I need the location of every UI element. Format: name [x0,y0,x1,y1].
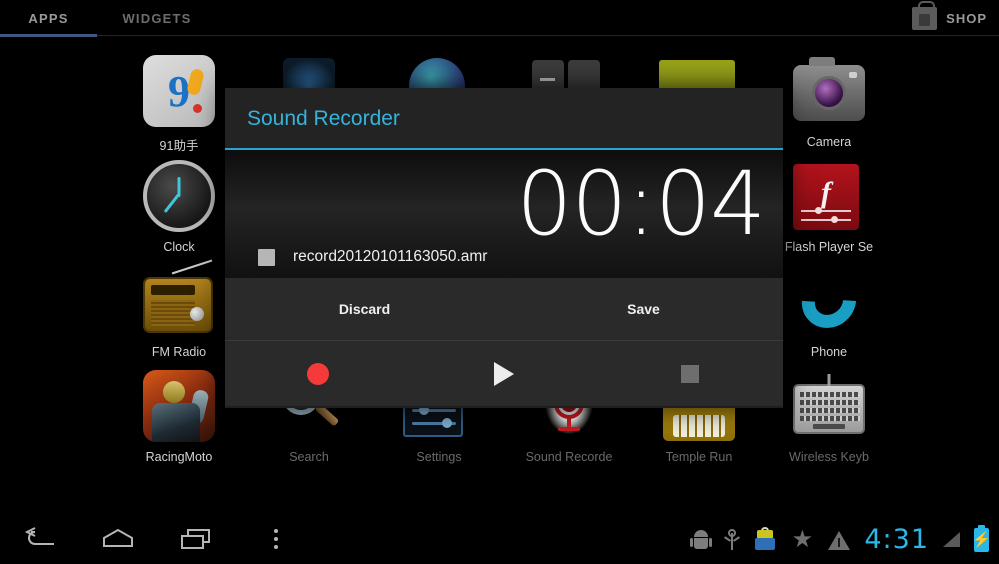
recent-apps-button[interactable] [178,526,214,552]
android-robot-icon [690,529,713,550]
file-square-icon [258,248,275,266]
warning-triangle-icon [828,530,851,550]
clock-time: 4:31 [864,524,929,555]
keyboard-icon [793,370,865,442]
tab-widgets-label: WIDGETS [122,10,192,26]
app-label: Phone [810,345,848,359]
play-icon [494,361,514,386]
app-icon-phone[interactable]: Phone [774,262,884,359]
record-icon [307,362,329,385]
app-label: Clock [163,240,195,254]
app-label: Temple Run [665,450,733,464]
signal-bars-icon [943,532,960,547]
app-91-assistant-icon: 9 [143,55,215,127]
save-label: Save [627,301,660,317]
app-label: FM Radio [151,345,207,359]
dialog-title: Sound Recorder [247,107,400,130]
stop-button[interactable] [597,341,783,406]
toolbox-icon [754,526,776,550]
discard-button[interactable]: Discard [225,278,504,340]
recent-apps-icon [181,529,210,549]
app-label: Flash Player Se [784,240,874,254]
recording-file-row: record20120101163050.amr [258,248,487,266]
record-button[interactable] [225,341,411,406]
recording-timer: 00:04 [516,152,766,255]
status-bar-icons[interactable]: ★ 4:31 ⚡ [690,524,991,555]
app-icon-racing-moto[interactable]: RacingMoto [124,370,234,464]
battery-charging-icon: ⚡ [972,524,991,552]
racing-moto-icon [143,370,215,442]
dialog-title-bar: Sound Recorder [225,88,783,150]
usb-icon [724,528,741,551]
back-button[interactable] [22,526,58,552]
android-tablet-screen: APPS WIDGETS SHOP 9 91助手 Clock FM Radio … [0,0,999,564]
shopping-bag-icon [912,0,938,30]
home-button[interactable] [100,526,136,552]
sound-recorder-dialog: Sound Recorder 00:04 record2012010116305… [225,88,783,408]
phone-icon [790,262,868,340]
app-icon-camera[interactable]: Camera [774,55,884,149]
save-button[interactable]: Save [504,278,783,340]
app-icon-flash-player-settings[interactable]: f Flash Player Se [774,160,884,254]
fm-radio-icon [143,259,215,337]
app-label: Settings [416,450,462,464]
dialog-body: 00:04 record20120101163050.amr [225,150,783,278]
background-app-icon-browser [409,58,469,92]
shop-button[interactable]: SHOP [912,0,987,36]
back-arrow-icon [24,527,54,545]
stop-icon [681,364,699,383]
dialog-transport-row [225,341,783,406]
overflow-menu-icon [274,537,278,541]
background-app-icon-speaker [283,58,339,92]
shop-label: SHOP [946,10,987,26]
flash-player-icon: f [793,160,865,232]
discard-label: Discard [338,301,391,317]
overflow-menu-icon [274,529,278,533]
play-button[interactable] [411,341,597,406]
app-icon-fm-radio[interactable]: FM Radio [124,259,234,359]
camera-icon [793,55,865,127]
app-label: Wireless Keyb [789,450,869,464]
app-drawer-tab-bar: APPS WIDGETS SHOP [0,0,999,37]
star-icon: ★ [791,526,814,553]
app-label: Sound Recorde [525,450,613,464]
app-label: RacingMoto [145,450,213,464]
home-icon [103,528,133,547]
app-icon-91-assistant[interactable]: 9 91助手 [124,55,234,154]
clock-icon [143,160,215,232]
app-icon-clock[interactable]: Clock [124,160,234,254]
tab-widgets[interactable]: WIDGETS [97,0,217,36]
system-navigation-bar: ★ 4:31 ⚡ [0,514,999,564]
tab-apps-label: APPS [28,10,69,26]
app-label: Camera [806,135,852,149]
app-label: 91助手 [159,139,199,153]
menu-button[interactable] [268,526,284,552]
app-label: Search [289,450,329,464]
app-icon-wireless-keyboard[interactable]: Wireless Keyb [774,370,884,464]
overflow-menu-icon [274,545,278,549]
tab-apps[interactable]: APPS [0,0,97,36]
dialog-action-row: Discard Save [225,278,783,341]
recording-file-name: record20120101163050.amr [293,248,488,265]
